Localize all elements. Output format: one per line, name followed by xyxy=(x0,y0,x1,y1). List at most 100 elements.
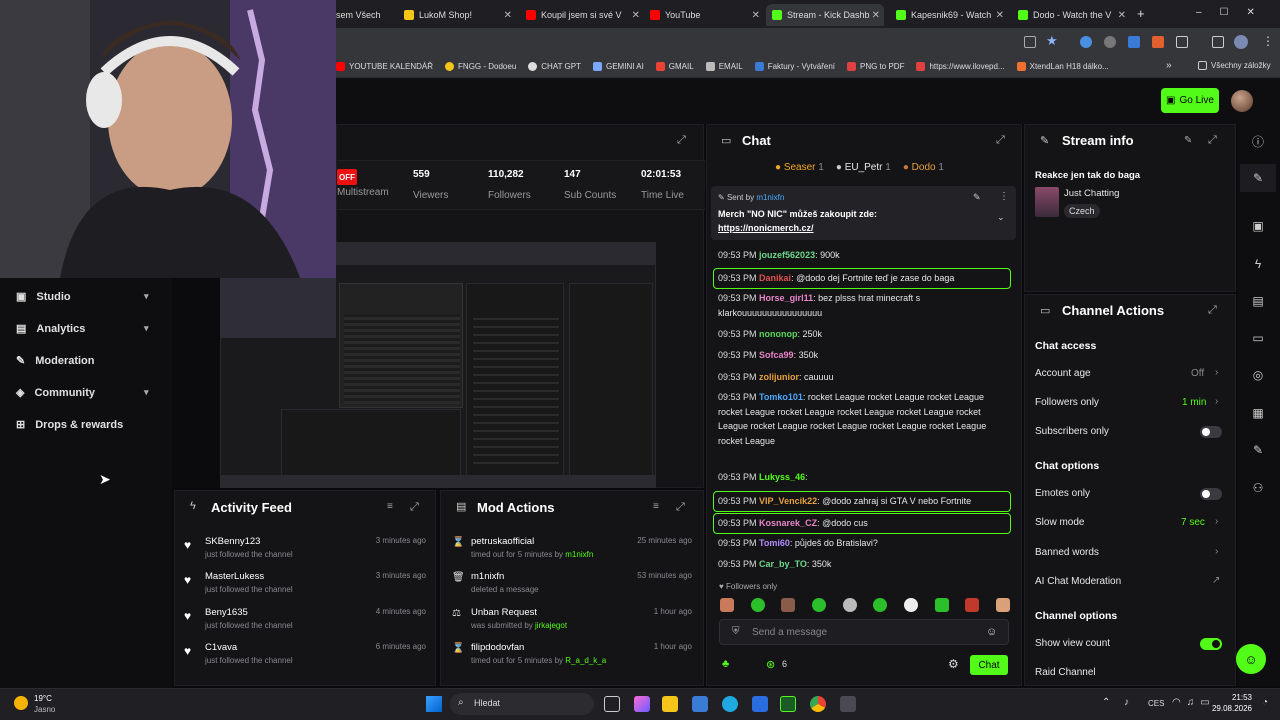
app-icon[interactable] xyxy=(752,696,768,712)
app-icon[interactable] xyxy=(780,696,796,712)
bookmark[interactable]: CHAT GPT xyxy=(528,62,581,71)
all-bookmarks[interactable]: Všechny záložky xyxy=(1198,61,1271,70)
activity-item[interactable]: ♥ SKBenny123 just followed the channel 3 mi… xyxy=(184,536,426,559)
star-icon[interactable]: ★ xyxy=(1046,33,1058,49)
message-username[interactable]: jouzef562023 xyxy=(759,250,815,260)
clock-time[interactable]: 21:53 xyxy=(1230,693,1252,702)
clock-date[interactable]: 29.08.2026 xyxy=(1208,704,1252,713)
sent-by-user[interactable]: m1nixfn xyxy=(756,193,784,202)
menu-icon[interactable]: ⋮ xyxy=(1262,34,1274,48)
mod-action-by[interactable]: R_a_d_k_a xyxy=(565,656,606,665)
subscribers-only-toggle[interactable] xyxy=(1200,426,1222,438)
stream-icon[interactable]: ▣ xyxy=(1240,212,1276,240)
emote-icon[interactable] xyxy=(995,598,1010,612)
message-username[interactable]: Tomi60 xyxy=(759,538,790,548)
mod-action-target[interactable]: m1nixfn xyxy=(471,571,504,582)
browser-tab[interactable]: Dodo - Watch the V ✕ xyxy=(1012,4,1130,26)
followers-only-value[interactable]: 1 min xyxy=(1182,397,1206,408)
message-username[interactable]: Danikai xyxy=(759,273,791,283)
activity-user[interactable]: SKBenny123 xyxy=(205,536,260,547)
browser-tab[interactable]: Kapesnik69 - Watch ✕ xyxy=(890,4,1008,26)
slow-mode-value[interactable]: 7 sec xyxy=(1181,517,1205,528)
bookmark[interactable]: https://www.ilovepd... xyxy=(916,62,1005,71)
expand-icon[interactable]: ⤢ xyxy=(1208,134,1217,147)
activity-item[interactable]: ♥ Beny1635 just followed the channel 4 minu… xyxy=(184,607,426,630)
expand-icon[interactable]: ⤢ xyxy=(677,134,686,147)
browser-tab[interactable]: sem Všech xyxy=(330,4,394,26)
tray-chevron-icon[interactable]: ⌃ xyxy=(1102,697,1110,708)
info-icon[interactable]: ⓘ xyxy=(1240,127,1276,155)
extension-icon[interactable] xyxy=(1104,36,1116,48)
lightning-icon[interactable]: ϟ xyxy=(1240,250,1276,278)
app-icon[interactable] xyxy=(692,696,708,712)
puzzle-icon[interactable] xyxy=(1176,36,1188,48)
bookmark[interactable]: EMAIL xyxy=(705,62,743,71)
chat-input-box[interactable]: ⛨ Send a message ☺ xyxy=(719,619,1009,645)
browser-tab-active[interactable]: Stream - Kick Dashb ✕ xyxy=(766,4,884,26)
close-icon[interactable]: ✕ xyxy=(632,10,640,21)
bookmark[interactable]: Faktury - Vytváření xyxy=(754,62,835,71)
profile-icon[interactable] xyxy=(1234,35,1248,49)
gifter[interactable]: ● EU_Petr 1 xyxy=(836,162,891,173)
bookmark[interactable]: YOUTUBE KALENDÁŘ xyxy=(336,62,433,71)
save-icon[interactable]: ▦ xyxy=(1240,399,1276,427)
emote-icon[interactable] xyxy=(811,598,826,612)
sidebar-item-drops[interactable]: ⊞ Drops & rewards xyxy=(16,418,123,432)
category-thumbnail[interactable] xyxy=(1035,187,1059,217)
edit-icon[interactable]: ✎ xyxy=(1240,164,1276,192)
mod-action-item[interactable]: ⚖ Unban Request was submitted by jirkajego… xyxy=(452,607,692,630)
bookmark[interactable]: GEMINI AI xyxy=(593,62,644,71)
chevron-right-icon[interactable]: › xyxy=(1215,546,1218,557)
list-icon[interactable]: ▤ xyxy=(1240,287,1276,315)
chevron-right-icon[interactable]: › xyxy=(1215,396,1218,407)
sidepanel-icon[interactable] xyxy=(1212,36,1224,48)
emote-icon[interactable] xyxy=(873,598,888,612)
close-icon[interactable]: ✕ xyxy=(996,10,1004,21)
mod-action-target[interactable]: Unban Request xyxy=(471,607,537,618)
mod-action-by[interactable]: jirkajegot xyxy=(535,621,567,630)
message-username[interactable]: Sofca99 xyxy=(759,350,794,360)
wrench-icon[interactable]: ✎ xyxy=(1240,436,1276,464)
close-icon[interactable]: ✕ xyxy=(872,10,880,21)
filter-icon[interactable]: ≡ xyxy=(387,501,393,512)
browser-tab[interactable]: Koupil jsem si své V ✕ xyxy=(520,4,644,26)
unpin-icon[interactable]: ✎ xyxy=(973,192,981,203)
expand-icon[interactable]: ⤢ xyxy=(996,134,1005,147)
close-icon[interactable]: ✕ xyxy=(1118,10,1126,21)
emote-icon[interactable] xyxy=(903,598,918,612)
chevron-down-icon[interactable]: ⌄ xyxy=(997,212,1005,223)
copilot-icon[interactable] xyxy=(634,696,650,712)
emoji-icon[interactable]: ☺ xyxy=(986,626,997,638)
edit-icon[interactable]: ✎ xyxy=(1184,135,1192,146)
expand-icon[interactable]: ⤢ xyxy=(410,501,419,514)
users-icon[interactable]: ⚇ xyxy=(1240,474,1276,502)
emote-icon[interactable] xyxy=(965,598,980,612)
gifter[interactable]: ● Seaser 1 xyxy=(775,162,824,173)
close-icon[interactable]: ✕ xyxy=(752,10,760,21)
edge-icon[interactable] xyxy=(722,696,738,712)
bookmark[interactable]: GMAIL xyxy=(655,62,694,71)
chat-send-button[interactable]: Chat xyxy=(970,655,1008,675)
message-username[interactable]: zolijunior xyxy=(759,372,799,382)
new-tab-button[interactable]: + xyxy=(1137,6,1145,21)
message-username[interactable]: Horse_girl11 xyxy=(759,293,813,303)
message-username[interactable]: Kosnarek_CZ xyxy=(759,518,817,528)
chat-bubble-icon[interactable]: ▭ xyxy=(1240,324,1276,352)
weather-temp[interactable]: 19°C xyxy=(34,694,52,703)
message-username[interactable]: nononop xyxy=(759,329,797,339)
task-view-icon[interactable] xyxy=(604,696,620,712)
sidebar-item-studio[interactable]: ▣ Studio ▾ xyxy=(16,290,149,304)
sidebar-item-community[interactable]: ◈ Community ▾ xyxy=(16,386,149,400)
chevron-right-icon[interactable]: › xyxy=(1215,516,1218,527)
activity-item[interactable]: ♥ C1vava just followed the channel 6 minute… xyxy=(184,642,426,665)
filter-icon[interactable]: ≡ xyxy=(653,501,659,512)
notification-icon[interactable]: ◔ xyxy=(1262,697,1268,708)
emote-icon[interactable] xyxy=(781,598,796,612)
taskbar-search[interactable]: ⌕ Hledat xyxy=(450,693,594,715)
emote-icon[interactable] xyxy=(720,598,734,612)
windows-start-icon[interactable] xyxy=(426,696,442,712)
target-icon[interactable]: ◎ xyxy=(1240,361,1276,389)
more-bookmarks-icon[interactable]: » xyxy=(1166,60,1172,71)
avatar[interactable] xyxy=(1231,90,1253,112)
emotes-only-toggle[interactable] xyxy=(1200,488,1222,500)
